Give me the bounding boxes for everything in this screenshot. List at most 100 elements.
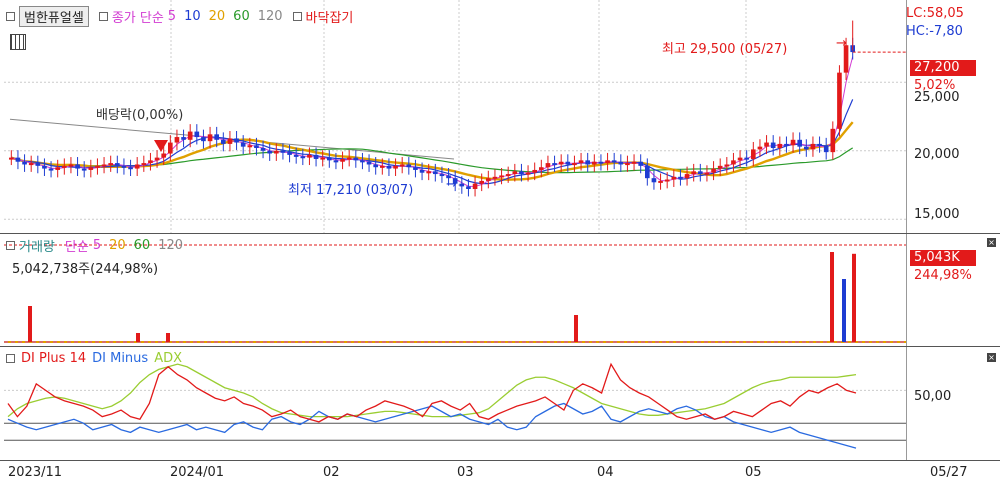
candle-body <box>28 163 34 166</box>
x-label-04: 04 <box>597 465 614 480</box>
candle-body <box>618 161 624 165</box>
volume-bar <box>842 279 846 342</box>
candle-body <box>313 154 319 159</box>
candle-body <box>538 167 544 170</box>
candle-body <box>492 176 498 179</box>
grid-settings-icon[interactable] <box>10 34 26 50</box>
candle-body <box>578 160 584 164</box>
candle-body <box>605 160 610 164</box>
candle-body <box>287 152 292 155</box>
candle-body <box>598 161 604 164</box>
candle-body <box>432 171 438 175</box>
ma-label: 종가 단순 <box>111 10 164 26</box>
candle-body <box>545 163 551 168</box>
legend-square-icon <box>6 241 15 250</box>
candle-body <box>267 150 273 154</box>
candle-body <box>101 164 107 167</box>
candle-body <box>499 175 504 178</box>
candle-body <box>439 174 445 177</box>
ma-period-5: 5 <box>167 8 177 24</box>
candle-body <box>95 165 100 168</box>
candle-body <box>565 161 571 165</box>
candle-body <box>373 164 379 168</box>
candle-body <box>823 145 829 153</box>
candle-body <box>611 160 617 163</box>
candle-body <box>187 131 193 140</box>
price-tick-20000: 20,000 <box>914 147 960 162</box>
volume-bar <box>830 252 834 342</box>
candle-body <box>353 157 359 161</box>
candle-body <box>764 142 769 147</box>
candle-body <box>512 171 518 175</box>
candle-body <box>174 137 180 143</box>
candle-body <box>61 165 67 168</box>
vol-period-60: 60 <box>133 238 151 253</box>
x-label-2024-01: 2024/01 <box>170 465 225 480</box>
candle-body <box>704 172 710 175</box>
candle-body <box>644 165 650 179</box>
candle-body <box>817 143 822 146</box>
low-arrow-icon: → <box>446 177 457 192</box>
candle-body <box>167 142 173 154</box>
candle-body <box>81 168 87 171</box>
candle-body <box>413 167 418 170</box>
candle-body <box>651 178 657 183</box>
candle-body <box>485 178 491 181</box>
candle-body <box>366 161 372 165</box>
volume-info: 5,042,738주(244,98%) <box>12 262 159 277</box>
volume-bar <box>574 315 578 342</box>
candle-body <box>466 186 471 190</box>
volume-panel: 거래량 단순 5 20 60 120 5,042,738주(244,98%) 5… <box>0 234 1000 347</box>
high-price-label: 최고 29,500 (05/27) <box>662 42 788 57</box>
candle-body <box>240 142 246 147</box>
candle-body <box>505 174 511 177</box>
candle-body <box>671 176 677 180</box>
candle-body <box>525 172 531 175</box>
candle-body <box>48 168 54 171</box>
candle-body <box>161 153 167 158</box>
volume-legend: 거래량 단순 5 20 60 120 <box>6 236 183 255</box>
bottom-indicator-label: 바닥잡기 <box>305 10 354 26</box>
candle-body <box>757 146 763 150</box>
volume-close-icon[interactable]: × <box>987 238 996 247</box>
candle-body <box>42 165 47 169</box>
candle-body <box>148 160 153 164</box>
candle-body <box>552 163 557 166</box>
candle-body <box>346 157 352 160</box>
candle-body <box>784 143 789 146</box>
candle-body <box>591 161 597 165</box>
candle-body <box>737 157 743 161</box>
candle-body <box>406 164 412 168</box>
candle-body <box>386 165 392 169</box>
legend-bar: 범한퓨얼셀 종가 단순 5 10 20 60 120 바닥잡기 <box>6 5 354 27</box>
dmi-close-icon[interactable]: × <box>987 353 996 362</box>
candle-body <box>625 163 630 166</box>
candle-body <box>75 164 80 169</box>
candle-body <box>320 157 326 160</box>
x-last-date: 05/27 <box>930 465 968 480</box>
candle-body <box>678 176 683 179</box>
candle-body <box>750 149 756 159</box>
candle-body <box>154 157 160 161</box>
stock-title-button[interactable]: 범한퓨얼셀 <box>19 5 89 27</box>
candle-body <box>770 142 776 149</box>
price-tick-15000: 15,000 <box>914 207 960 222</box>
candle-body <box>684 174 690 179</box>
candle-body <box>280 150 286 153</box>
price-panel: 범한퓨얼셀 종가 단순 5 10 20 60 120 바닥잡기 최고 29,50… <box>0 0 1000 234</box>
candle-body <box>777 143 783 149</box>
dmi-legend: DI Plus 14 DI Minus ADX <box>6 351 182 366</box>
candle-body <box>307 154 312 158</box>
volume-ma-label: 단순 <box>64 240 89 255</box>
candle-body <box>260 148 266 151</box>
x-label-2023-11: 2023/11 <box>8 465 63 480</box>
candle-body <box>691 171 697 175</box>
candle-body <box>631 161 637 164</box>
candle-body <box>254 145 259 149</box>
candle-body <box>731 160 736 165</box>
candle-body <box>227 138 233 144</box>
candle-body <box>214 134 220 140</box>
candle-body <box>664 179 670 182</box>
volume-bar <box>166 333 170 342</box>
candle-body <box>790 139 796 146</box>
